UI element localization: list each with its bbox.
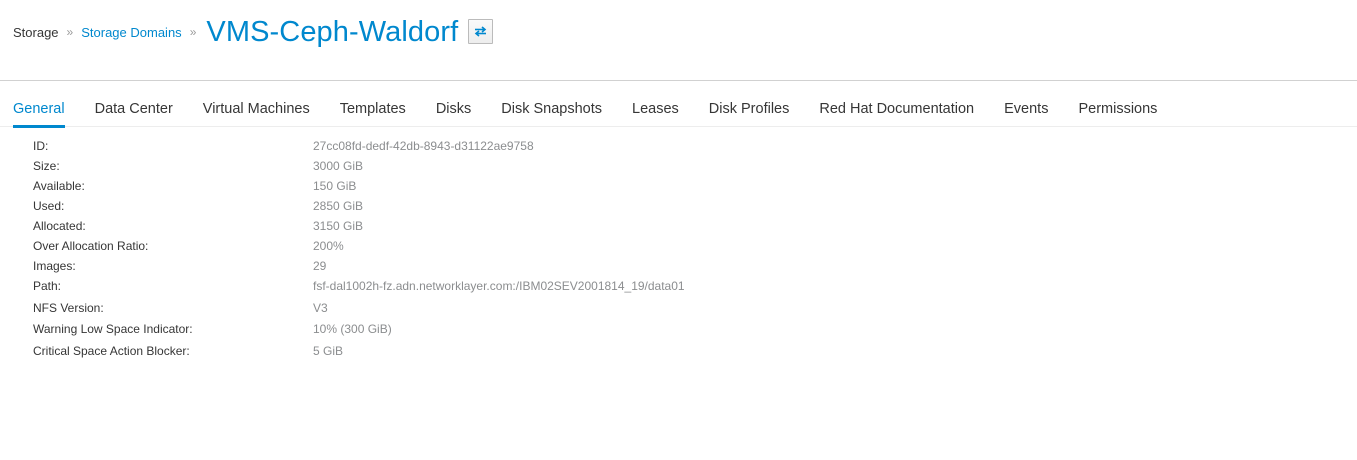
page-header: Storage » Storage Domains » VMS-Ceph-Wal… [0, 0, 1357, 81]
detail-value: 3000 GiB [313, 159, 364, 173]
detail-value: 150 GiB [313, 179, 357, 193]
detail-label: Available: [33, 179, 85, 193]
detail-value: V3 [313, 300, 328, 315]
detail-label: Path: [33, 279, 62, 293]
detail-value: 200% [313, 239, 344, 253]
tab-permissions[interactable]: Permissions [1063, 90, 1172, 127]
detail-label: ID: [33, 139, 49, 153]
page-title: VMS-Ceph-Waldorf [206, 16, 459, 48]
tab-disks[interactable]: Disks [421, 90, 486, 127]
detail-value: fsf-dal1002h-fz.adn.networklayer.com:/IB… [313, 279, 685, 293]
tab-red-hat-documentation[interactable]: Red Hat Documentation [804, 90, 989, 127]
breadcrumb: Storage » Storage Domains » VMS-Ceph-Wal… [13, 10, 494, 54]
detail-tabs: General Data Center Virtual Machines Tem… [0, 90, 1357, 128]
breadcrumb-storage: Storage [13, 24, 59, 40]
tab-events[interactable]: Events [989, 90, 1063, 127]
detail-label: Critical Space Action Blocker: [33, 343, 190, 358]
tab-virtual-machines[interactable]: Virtual Machines [188, 90, 325, 127]
detail-label: Used: [33, 199, 65, 213]
detail-label: Over Allocation Ratio: [33, 239, 149, 253]
switch-entity-button[interactable] [468, 18, 494, 44]
detail-value: 27cc08fd-dedf-42db-8943-d31122ae9758 [313, 139, 534, 153]
detail-label: NFS Version: [33, 300, 104, 315]
detail-value: 29 [313, 259, 327, 273]
detail-label: Size: [33, 159, 60, 173]
detail-value: 2850 GiB [313, 199, 364, 213]
detail-label: Images: [33, 259, 76, 273]
switch-arrows-icon [475, 25, 487, 37]
detail-value: 3150 GiB [313, 219, 364, 233]
detail-label: Warning Low Space Indicator: [33, 322, 193, 336]
tab-disk-snapshots[interactable]: Disk Snapshots [486, 90, 617, 127]
tab-general[interactable]: General [0, 90, 80, 128]
detail-value: 5 GiB [313, 343, 344, 358]
breadcrumb-separator: » [189, 25, 197, 39]
tab-leases[interactable]: Leases [617, 90, 694, 127]
tab-disk-profiles[interactable]: Disk Profiles [694, 90, 805, 127]
tab-templates[interactable]: Templates [325, 90, 421, 127]
breadcrumb-separator: » [66, 25, 74, 39]
detail-label: Allocated: [33, 219, 86, 233]
detail-value: 10% (300 GiB) [313, 322, 392, 336]
tab-data-center[interactable]: Data Center [80, 90, 188, 127]
breadcrumb-storage-domains-link[interactable]: Storage Domains [81, 25, 181, 40]
